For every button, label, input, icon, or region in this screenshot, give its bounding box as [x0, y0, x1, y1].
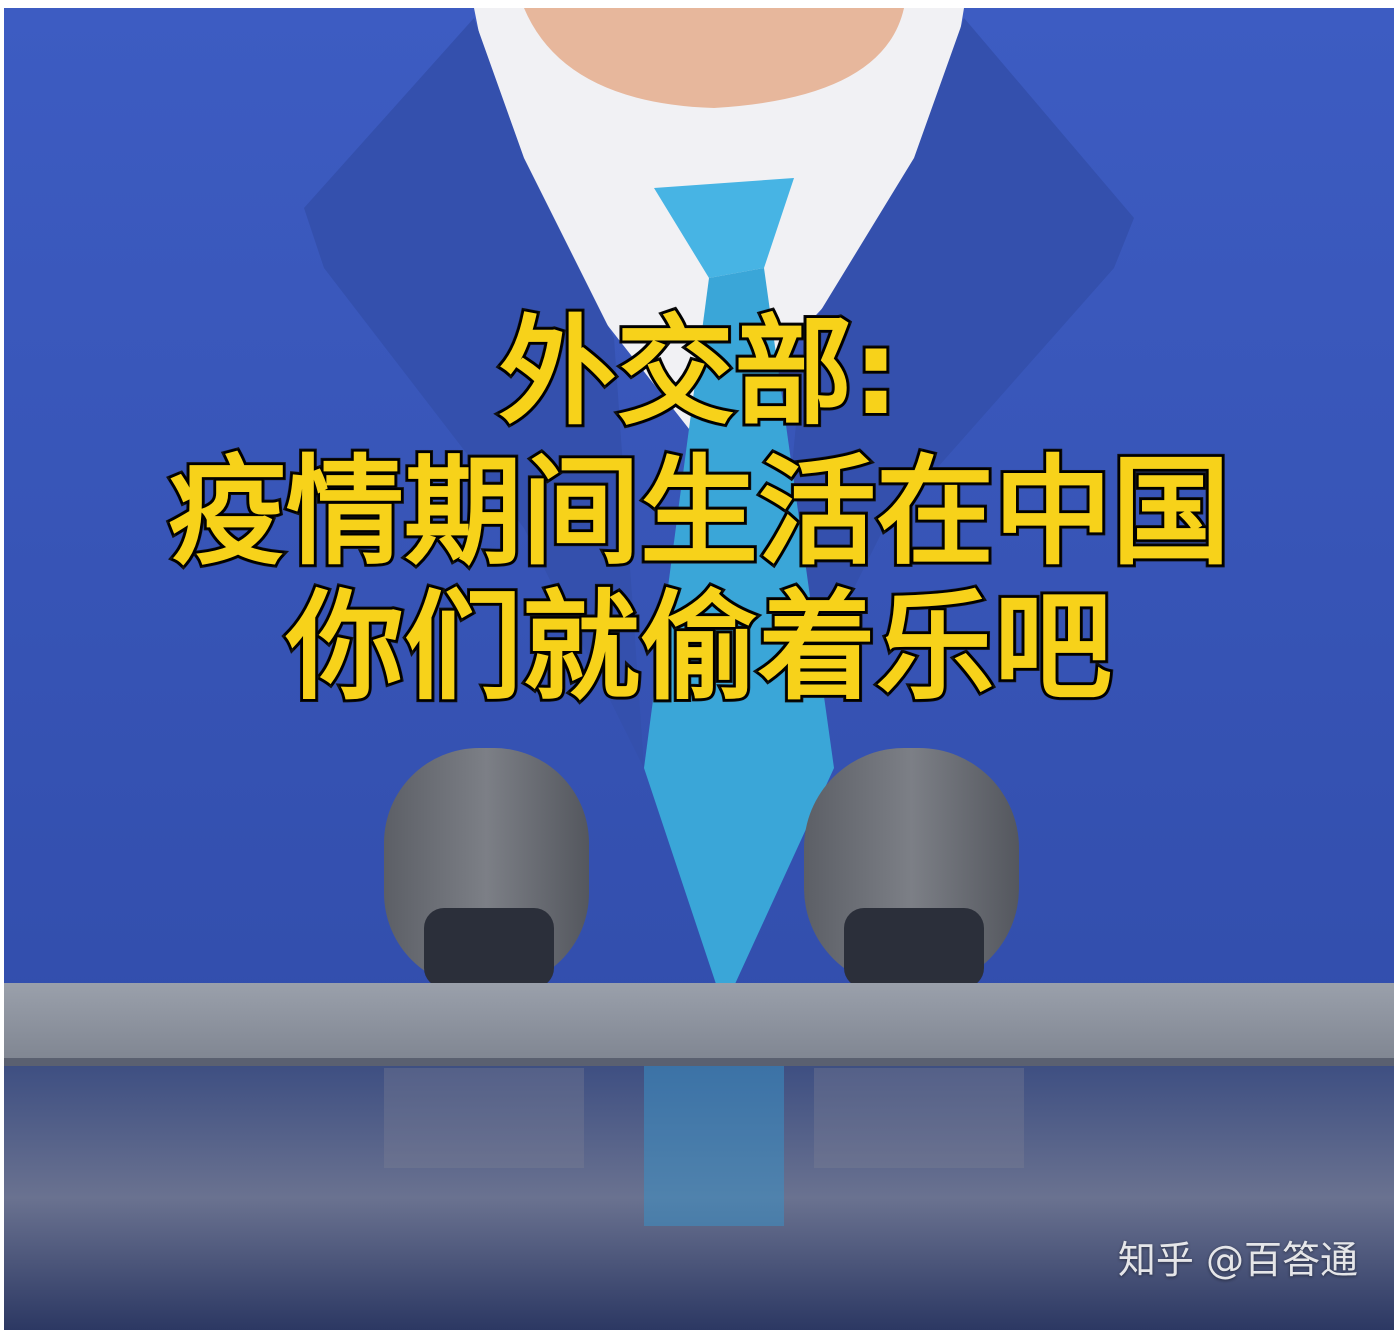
zhihu-watermark: 知乎 @百答通 — [1117, 1238, 1358, 1282]
image-frame: 外交部: 疫情期间生活在中国 你们就偷着乐吧 知乎 @百答通 — [0, 0, 1398, 1341]
press-conference-photo: 外交部: 疫情期间生活在中国 你们就偷着乐吧 知乎 @百答通 — [4, 8, 1394, 1330]
caption-line-3: 你们就偷着乐吧 — [283, 578, 1115, 716]
caption-line-2: 疫情期间生活在中国 — [165, 443, 1233, 581]
caption-line-1: 外交部: — [495, 303, 902, 441]
